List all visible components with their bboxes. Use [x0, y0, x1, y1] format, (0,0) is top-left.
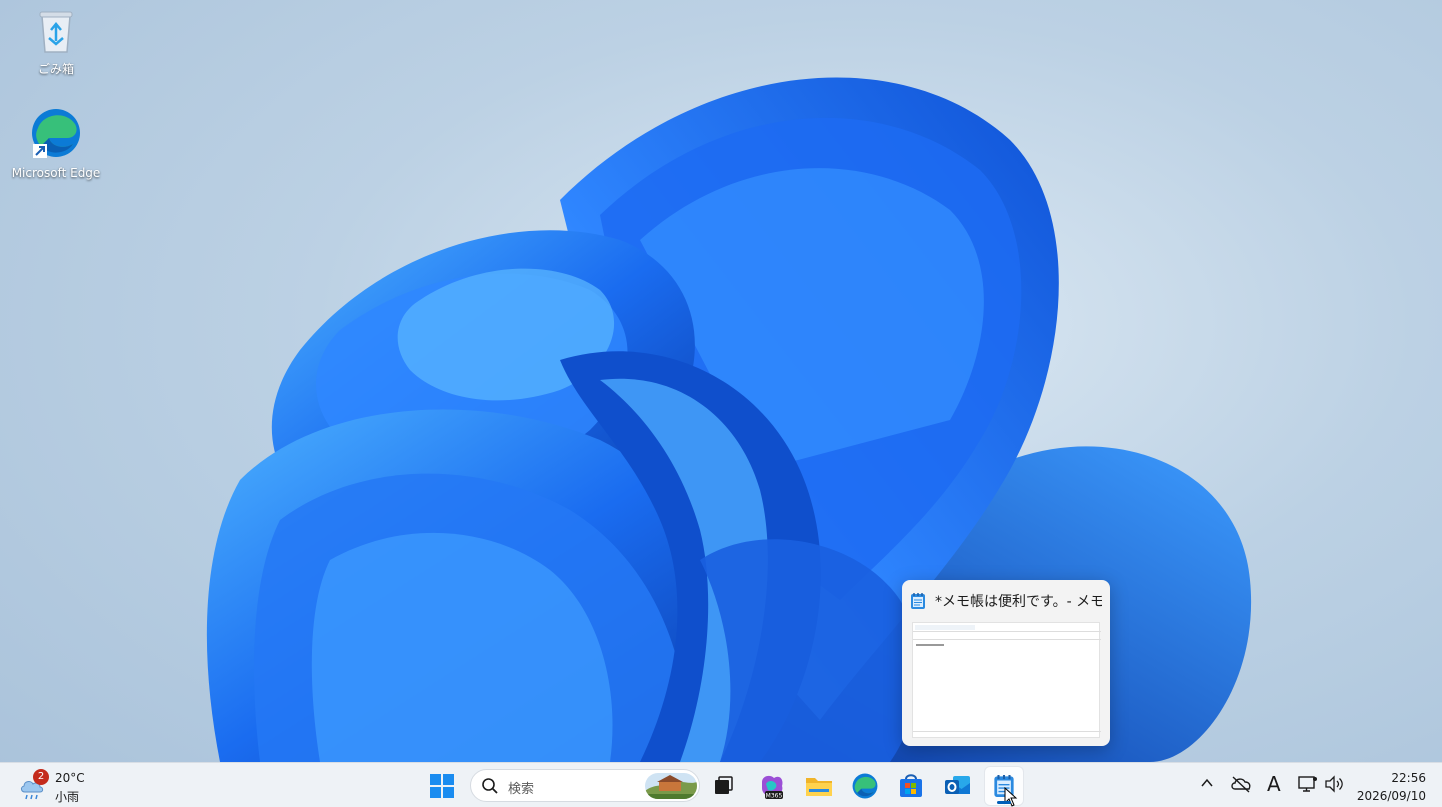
notepad-icon [911, 593, 925, 609]
taskbar-app-microsoft-store[interactable] [892, 767, 930, 805]
taskbar-thumbnail-preview[interactable]: *メモ帳は便利です。- メモ... [902, 580, 1110, 746]
mouse-cursor-icon [1004, 787, 1018, 807]
clock-time: 22:56 [1391, 771, 1426, 785]
task-view-icon [715, 776, 733, 794]
ime-mode-indicator[interactable]: A [1267, 772, 1281, 796]
clock[interactable]: 22:56 2026/09/10 [1357, 769, 1426, 805]
desktop-icon-recycle-bin[interactable]: ごみ箱 [8, 8, 104, 77]
clock-date: 2026/09/10 [1356, 789, 1426, 803]
preview-window-thumbnail [912, 622, 1101, 738]
preview-title-bar: *メモ帳は便利です。- メモ... [902, 580, 1110, 622]
edge-icon [852, 773, 878, 799]
edge-icon [32, 109, 80, 158]
show-hidden-icons-chevron-up-icon[interactable] [1199, 775, 1215, 791]
taskbar-app-task-view[interactable] [704, 767, 742, 805]
network-icon[interactable] [1298, 775, 1318, 793]
start-button[interactable] [423, 767, 461, 805]
taskbar-app-microsoft-365[interactable]: M365 [753, 767, 791, 805]
taskbar-app-outlook[interactable] [938, 767, 976, 805]
preview-window-title: *メモ帳は便利です。- メモ... [935, 594, 1102, 610]
desktop-wallpaper [206, 77, 1252, 762]
weather-notification-badge: 2 [33, 769, 49, 785]
recycle-bin-icon [39, 11, 73, 53]
search-highlight-image [645, 773, 697, 799]
m365-icon: M365 [762, 775, 783, 800]
taskbar-app-microsoft-edge[interactable] [846, 767, 884, 805]
outlook-icon [945, 776, 970, 794]
search-icon [482, 778, 498, 794]
store-icon [900, 774, 922, 797]
search-placeholder: 検索 [508, 782, 535, 797]
weather-temperature: 20°C [55, 771, 85, 785]
weather-widget[interactable]: 2 20°C 小雨 [18, 769, 108, 804]
volume-icon[interactable] [1324, 775, 1344, 793]
taskbar-app-file-explorer[interactable] [800, 767, 838, 805]
search-box[interactable]: 検索 [470, 769, 700, 802]
desktop-icon-label: ごみ箱 [37, 62, 74, 76]
folder-icon [806, 778, 832, 796]
onedrive-offline-icon[interactable] [1230, 775, 1252, 793]
windows-start-icon [430, 774, 454, 798]
desktop-icon-microsoft-edge[interactable]: Microsoft Edge [8, 106, 104, 180]
weather-condition: 小雨 [55, 790, 80, 804]
taskbar: 2 20°C 小雨 検索 M365 A 22:56 2026/09/10 [0, 762, 1442, 807]
desktop-icon-label: Microsoft Edge [11, 166, 101, 180]
m365-label: M365 [766, 793, 783, 800]
taskbar-app-notepad[interactable] [985, 767, 1023, 807]
